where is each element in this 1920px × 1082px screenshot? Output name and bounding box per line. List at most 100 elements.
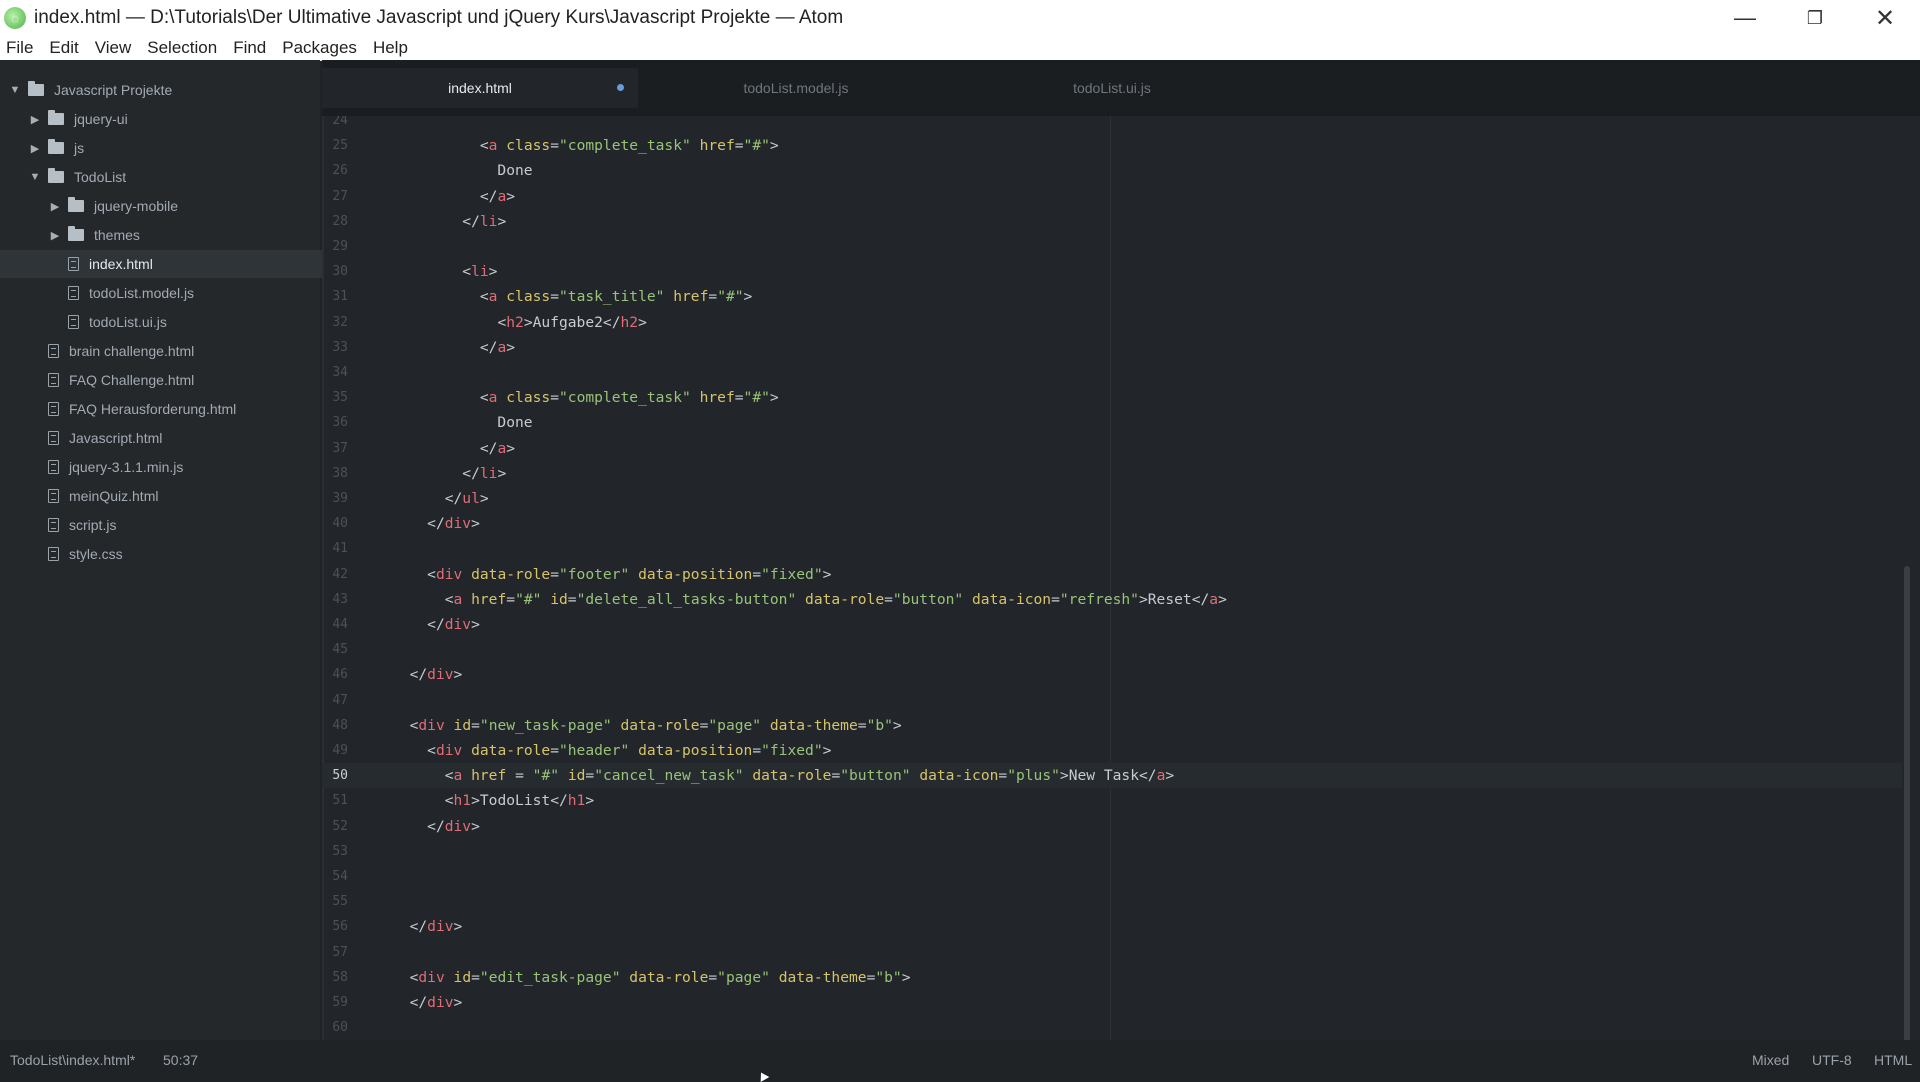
code-line[interactable]: 59 </div> — [322, 990, 1902, 1015]
code-line[interactable]: 48 <div id="new_task-page" data-role="pa… — [322, 713, 1902, 738]
code-text: <a class="task_title" href="#"> — [479, 288, 753, 306]
code-line[interactable]: 60 — [322, 1015, 1902, 1040]
code-line[interactable]: 43 <a href="#" id="delete_all_tasks-butt… — [322, 587, 1902, 612]
status-grammar[interactable]: HTML — [1874, 1052, 1912, 1068]
tree-item[interactable]: ▶ js — [0, 134, 348, 162]
tree-item-label: jquery-3.1.1.min.js — [69, 459, 184, 475]
code-line[interactable]: 53 — [322, 839, 1902, 864]
line-number: 53 — [332, 843, 348, 859]
code-line[interactable]: 30 <li> — [322, 259, 1902, 284]
menu-help[interactable]: Help — [365, 38, 416, 58]
status-encoding[interactable]: UTF-8 — [1812, 1052, 1852, 1068]
tree-item[interactable]: ▶ jquery-mobile — [0, 192, 368, 220]
tree-view: ▼ Javascript Projekte ▶ jquery-ui ▶ js ▼ Todo… — [0, 60, 368, 1040]
code-line[interactable]: 26 Done — [322, 158, 1902, 183]
code-line[interactable]: 57 — [322, 940, 1902, 965]
restore-icon: ❐ — [1806, 7, 1824, 28]
line-number: 56 — [332, 919, 348, 935]
folder-icon — [48, 139, 64, 154]
code-line[interactable]: 28 </li> — [322, 209, 1902, 234]
code-line[interactable]: 25 <a class="complete_task" href="#"> — [322, 133, 1902, 158]
code-line[interactable]: 39 </ul> — [322, 486, 1902, 511]
tab-index-html[interactable]: index.html — [322, 68, 638, 108]
tab-bar: index.html todoList.model.js todoList.ui… — [322, 60, 1920, 116]
code-text: <div id="new_task-page" data-role="page"… — [409, 716, 902, 734]
menu-packages[interactable]: Packages — [274, 38, 365, 58]
line-number: 50 — [332, 768, 348, 784]
status-bar: TodoList\index.html* 50:37 Mixed UTF-8 H… — [0, 1040, 1920, 1080]
tab-todolist-ui-js[interactable]: todoList.ui.js — [954, 68, 1270, 108]
tree-item-label: jquery-ui — [74, 111, 128, 127]
code-line[interactable]: 24 — [322, 116, 1902, 133]
close-button[interactable]: ✕ — [1850, 0, 1920, 36]
code-line[interactable]: 36 Done — [322, 410, 1902, 435]
line-number: 59 — [332, 995, 348, 1010]
maximize-button[interactable]: ❐ — [1780, 0, 1850, 36]
code-line[interactable]: 58 <div id="edit_task-page" data-role="p… — [322, 965, 1902, 990]
code-line[interactable]: 49 <div data-role="header" data-position… — [322, 738, 1902, 763]
code-line[interactable]: 29 — [322, 234, 1902, 259]
line-number: 39 — [332, 491, 348, 506]
tree-root[interactable]: ▼ Javascript Projekte — [0, 76, 328, 104]
tree-item[interactable]: jquery-3.1.1.min.js — [0, 453, 348, 481]
menu-edit[interactable]: Edit — [41, 38, 86, 58]
code-editor[interactable]: 24 25 <a class="complete_task" href="#"> 2… — [322, 116, 1920, 1040]
folder-icon — [28, 81, 44, 96]
code-line[interactable]: 40 </div> — [322, 511, 1902, 536]
menu-selection[interactable]: Selection — [139, 38, 225, 58]
code-line[interactable]: 55 — [322, 889, 1902, 914]
tree-item[interactable]: FAQ Challenge.html — [0, 366, 348, 394]
code-line[interactable]: 45 — [322, 637, 1902, 662]
code-line[interactable]: 35 <a class="complete_task" href="#"> — [322, 385, 1902, 410]
tree-root-label: Javascript Projekte — [54, 82, 173, 98]
code-line[interactable]: 51 <h1>TodoList</h1> — [322, 788, 1902, 813]
tree-item[interactable]: ▶ jquery-ui — [0, 105, 348, 133]
status-file-path[interactable]: TodoList\index.html* — [10, 1052, 135, 1068]
code-line[interactable]: 27 </a> — [322, 184, 1902, 209]
status-line-ending[interactable]: Mixed — [1752, 1052, 1789, 1068]
file-icon — [68, 286, 79, 300]
tree-item[interactable]: FAQ Herausforderung.html — [0, 395, 348, 423]
line-number: 36 — [332, 415, 348, 431]
tab-todolist-model-js[interactable]: todoList.model.js — [638, 68, 954, 108]
tree-item[interactable]: ▶ themes — [0, 221, 368, 249]
tree-item[interactable]: script.js — [0, 511, 348, 539]
tree-item[interactable]: style.css — [0, 540, 348, 568]
code-line[interactable]: 47 — [322, 688, 1902, 713]
code-line[interactable]: 38 </li> — [322, 461, 1902, 486]
tree-item[interactable]: brain challenge.html — [0, 337, 348, 365]
status-cursor-position[interactable]: 50:37 — [163, 1052, 198, 1068]
tree-item[interactable]: todoList.ui.js — [0, 308, 368, 336]
code-line[interactable]: 32 <h2>Aufgabe2</h2> — [322, 310, 1902, 335]
vertical-scrollbar[interactable] — [1904, 566, 1910, 1040]
menu-find[interactable]: Find — [225, 38, 274, 58]
minimize-button[interactable]: — — [1710, 0, 1780, 36]
tree-item[interactable]: todoList.model.js — [0, 279, 368, 307]
tree-item[interactable]: ▼ TodoList — [0, 163, 348, 191]
tree-item[interactable]: Javascript.html — [0, 424, 348, 452]
code-line[interactable]: 41 — [322, 536, 1902, 561]
code-line[interactable]: 46 </div> — [322, 662, 1902, 687]
menu-file[interactable]: File — [0, 38, 41, 58]
code-line[interactable]: 37 </a> — [322, 436, 1902, 461]
code-line[interactable]: 42 <div data-role="footer" data-position… — [322, 562, 1902, 587]
tree-item-label: TodoList — [74, 169, 127, 185]
minimize-icon: — — [1734, 5, 1756, 30]
code-line[interactable]: 44 </div> — [322, 612, 1902, 637]
code-line[interactable]: 54 — [322, 864, 1902, 889]
code-text: </a> — [479, 338, 516, 356]
tree-item[interactable]: index.html — [0, 250, 368, 278]
tree-item-label: FAQ Challenge.html — [69, 372, 195, 388]
code-line[interactable]: 31 <a class="task_title" href="#"> — [322, 284, 1902, 309]
code-line[interactable]: 33 </a> — [322, 335, 1902, 360]
code-line[interactable]: 50 <a href = "#" id="cancel_new_task" da… — [322, 763, 1902, 789]
menu-view[interactable]: View — [87, 38, 140, 58]
code-line[interactable]: 56 </div> — [322, 914, 1902, 939]
code-line[interactable]: 52 </div> — [322, 814, 1902, 839]
line-number: 47 — [332, 692, 348, 708]
line-number: 45 — [332, 642, 348, 658]
file-icon — [68, 257, 79, 271]
tree-item[interactable]: meinQuiz.html — [0, 482, 348, 510]
code-line[interactable]: 34 — [322, 360, 1902, 385]
tree-item-label: meinQuiz.html — [69, 488, 159, 504]
